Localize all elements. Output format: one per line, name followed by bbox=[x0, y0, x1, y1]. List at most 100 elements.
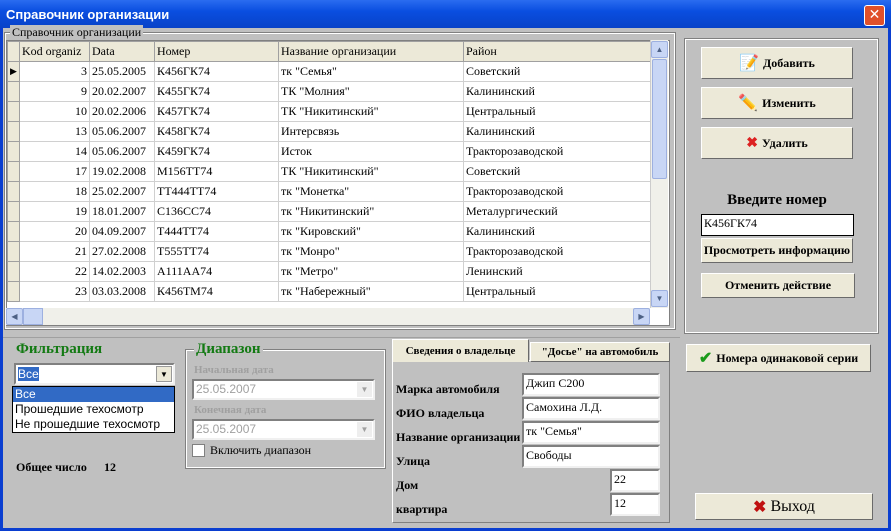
edit-button[interactable]: ✏️ Изменить bbox=[701, 87, 853, 119]
cell-number[interactable]: К458ГК74 bbox=[154, 121, 279, 142]
cell-org-name[interactable]: тк "Монро" bbox=[278, 241, 464, 262]
col-district[interactable]: Район bbox=[463, 41, 652, 62]
cell-district[interactable]: Советский bbox=[463, 161, 652, 182]
cell-org-name[interactable]: ТК "Никитинский" bbox=[278, 161, 464, 182]
horizontal-scrollbar[interactable]: ◀ ▶ bbox=[6, 308, 650, 325]
cell-org-name[interactable]: тк "Монетка" bbox=[278, 181, 464, 202]
cell-kod[interactable]: 10 bbox=[19, 101, 90, 122]
row-indicator[interactable] bbox=[7, 81, 20, 102]
end-date-picker[interactable]: 25.05.2007 ▼ bbox=[192, 419, 375, 440]
table-row[interactable]: 19 18.01.2007 С136СС74 тк "Никитинский" Мета… bbox=[7, 201, 652, 222]
table-row[interactable]: 14 05.06.2007 К459ГК74 Исток Тракторозаводск… bbox=[7, 141, 652, 162]
row-indicator[interactable] bbox=[7, 281, 20, 302]
same-series-button[interactable]: ✔ Номера одинаковой серии bbox=[686, 344, 871, 372]
cell-org-name[interactable]: ТК "Молния" bbox=[278, 81, 464, 102]
table-row[interactable]: ▶ 3 25.05.2005 К456ГК74 тк "Семья" Советский bbox=[7, 61, 652, 82]
cell-org-name[interactable]: тк "Семья" bbox=[278, 61, 464, 82]
cell-number[interactable]: К456ГК74 bbox=[154, 61, 279, 82]
cell-district[interactable]: Тракторозаводской bbox=[463, 241, 652, 262]
cell-org-name[interactable]: Исток bbox=[278, 141, 464, 162]
row-indicator[interactable] bbox=[7, 101, 20, 122]
cell-number[interactable]: ТТ444ТТ74 bbox=[154, 181, 279, 202]
table-row[interactable]: 13 05.06.2007 К458ГК74 Интерсвязь Калинински… bbox=[7, 121, 652, 142]
cell-org-name[interactable]: тк "Набережный" bbox=[278, 281, 464, 302]
tab-dossier[interactable]: "Досье" на автомобиль bbox=[530, 342, 670, 362]
cell-district[interactable]: Центральный bbox=[463, 281, 652, 302]
number-input[interactable]: К456ГК74 bbox=[701, 214, 854, 236]
cell-number[interactable]: К457ГК74 bbox=[154, 101, 279, 122]
table-row[interactable]: 23 03.03.2008 К456ТМ74 тк "Набережный" Центр… bbox=[7, 281, 652, 302]
cell-number[interactable]: К455ГК74 bbox=[154, 81, 279, 102]
cell-number[interactable]: С136СС74 bbox=[154, 201, 279, 222]
cell-district[interactable]: Калининский bbox=[463, 221, 652, 242]
table-row[interactable]: 20 04.09.2007 Т444ТТ74 тк "Кировский" Калини… bbox=[7, 221, 652, 242]
cell-date[interactable]: 20.02.2006 bbox=[89, 101, 155, 122]
scroll-left-button[interactable]: ◀ bbox=[6, 308, 23, 325]
filter-option-passed[interactable]: Прошедшие техосмотр bbox=[13, 402, 174, 417]
dropdown-arrow-icon[interactable]: ▼ bbox=[357, 422, 372, 437]
table-row[interactable]: 9 20.02.2007 К455ГК74 ТК "Молния" Калинински… bbox=[7, 81, 652, 102]
col-data[interactable]: Data bbox=[89, 41, 155, 62]
cell-kod[interactable]: 21 bbox=[19, 241, 90, 262]
org-field[interactable]: тк "Семья" bbox=[522, 421, 660, 444]
delete-button[interactable]: ✖ Удалить bbox=[701, 127, 853, 159]
scroll-thumb[interactable] bbox=[652, 59, 667, 179]
cell-date[interactable]: 04.09.2007 bbox=[89, 221, 155, 242]
cell-number[interactable]: Т555ТТ74 bbox=[154, 241, 279, 262]
cell-kod[interactable]: 19 bbox=[19, 201, 90, 222]
filter-option-all[interactable]: Все bbox=[13, 387, 174, 402]
row-indicator[interactable] bbox=[7, 161, 20, 182]
cell-date[interactable]: 25.05.2005 bbox=[89, 61, 155, 82]
cell-kod[interactable]: 22 bbox=[19, 261, 90, 282]
add-button[interactable]: 📝 Добавить bbox=[701, 47, 853, 79]
cell-date[interactable]: 25.02.2007 bbox=[89, 181, 155, 202]
cell-district[interactable]: Тракторозаводской bbox=[463, 141, 652, 162]
cell-date[interactable]: 14.02.2003 bbox=[89, 261, 155, 282]
table-row[interactable]: 10 20.02.2006 К457ГК74 ТК "Никитинский" Цент… bbox=[7, 101, 652, 122]
street-field[interactable]: Свободы bbox=[522, 445, 660, 468]
exit-button[interactable]: ✖ Выход bbox=[695, 493, 873, 520]
cell-kod[interactable]: 14 bbox=[19, 141, 90, 162]
enable-range-checkbox[interactable] bbox=[192, 444, 205, 457]
cell-kod[interactable]: 23 bbox=[19, 281, 90, 302]
start-date-picker[interactable]: 25.05.2007 ▼ bbox=[192, 379, 375, 400]
scroll-down-button[interactable]: ▼ bbox=[651, 290, 668, 307]
cell-org-name[interactable]: тк "Метро" bbox=[278, 261, 464, 282]
hscroll-thumb[interactable] bbox=[23, 308, 43, 325]
cell-number[interactable]: М156ТТ74 bbox=[154, 161, 279, 182]
cell-district[interactable]: Советский bbox=[463, 61, 652, 82]
col-kod[interactable]: Kod organiz bbox=[19, 41, 90, 62]
cell-date[interactable]: 05.06.2007 bbox=[89, 141, 155, 162]
view-info-button[interactable]: Просмотреть информацию bbox=[701, 238, 853, 263]
table-row[interactable]: 22 14.02.2003 А111АА74 тк "Метро" Ленинский bbox=[7, 261, 652, 282]
table-row[interactable]: 21 27.02.2008 Т555ТТ74 тк "Монро" Трактороза… bbox=[7, 241, 652, 262]
filter-option-not-passed[interactable]: Не прошедшие техосмотр bbox=[13, 417, 174, 432]
fio-field[interactable]: Самохина Л.Д. bbox=[522, 397, 660, 420]
car-field[interactable]: Джип С200 bbox=[522, 373, 660, 396]
cell-kod[interactable]: 17 bbox=[19, 161, 90, 182]
cell-org-name[interactable]: Интерсвязь bbox=[278, 121, 464, 142]
cell-kod[interactable]: 20 bbox=[19, 221, 90, 242]
close-button[interactable]: ✕ bbox=[864, 5, 885, 26]
cell-org-name[interactable]: тк "Никитинский" bbox=[278, 201, 464, 222]
cell-number[interactable]: К459ГК74 bbox=[154, 141, 279, 162]
cell-district[interactable]: Калининский bbox=[463, 121, 652, 142]
table-row[interactable]: 18 25.02.2007 ТТ444ТТ74 тк "Монетка" Трактор… bbox=[7, 181, 652, 202]
flat-field[interactable]: 12 bbox=[610, 493, 660, 516]
cell-district[interactable]: Ленинский bbox=[463, 261, 652, 282]
filter-select[interactable]: Все ▼ bbox=[14, 363, 175, 385]
cell-kod[interactable]: 13 bbox=[19, 121, 90, 142]
cell-date[interactable]: 27.02.2008 bbox=[89, 241, 155, 262]
dropdown-arrow-icon[interactable]: ▼ bbox=[156, 366, 172, 382]
cell-kod[interactable]: 9 bbox=[19, 81, 90, 102]
row-indicator-arrow-icon[interactable]: ▶ bbox=[7, 61, 20, 82]
cell-date[interactable]: 19.02.2008 bbox=[89, 161, 155, 182]
cell-district[interactable]: Металургический bbox=[463, 201, 652, 222]
row-indicator[interactable] bbox=[7, 181, 20, 202]
row-indicator[interactable] bbox=[7, 141, 20, 162]
cell-district[interactable]: Тракторозаводской bbox=[463, 181, 652, 202]
col-org-name[interactable]: Название организации bbox=[278, 41, 464, 62]
cell-date[interactable]: 03.03.2008 bbox=[89, 281, 155, 302]
cell-number[interactable]: Т444ТТ74 bbox=[154, 221, 279, 242]
scroll-right-button[interactable]: ▶ bbox=[633, 308, 650, 325]
